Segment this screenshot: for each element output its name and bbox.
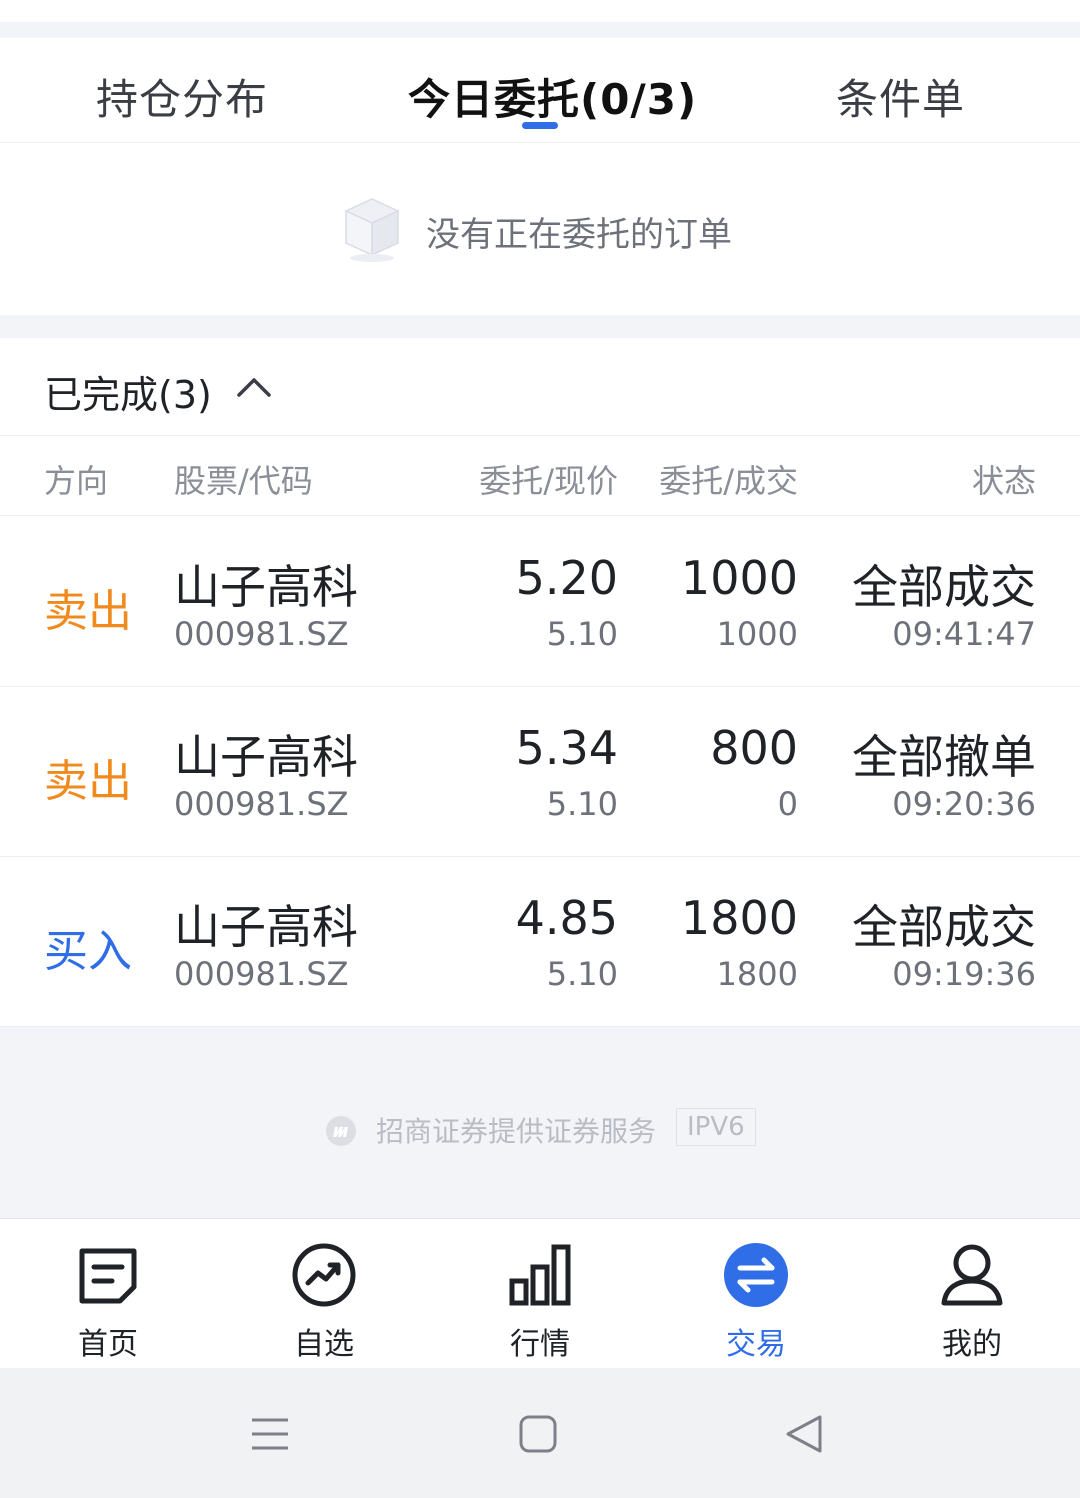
stock-name: 山子高科 (174, 730, 358, 784)
back-triangle-icon[interactable] (782, 1412, 826, 1456)
empty-message: 没有正在委托的订单 (426, 215, 732, 255)
order-price: 5.34 (515, 721, 618, 775)
exchange-icon (724, 1243, 788, 1307)
system-nav-bar (0, 1368, 1080, 1498)
broker-text: 招商证券提供证券服务 (376, 1115, 657, 1148)
order-price: 5.20 (515, 551, 618, 605)
menu-icon[interactable] (248, 1412, 292, 1456)
broker-footer: 招商证券提供证券服务 IPV6 (0, 1108, 1080, 1152)
tabbar-label: 我的 (942, 1327, 1002, 1362)
order-status: 全部撤单 (852, 730, 1036, 784)
current-price: 5.10 (546, 955, 618, 993)
col-stock: 股票/代码 (174, 462, 313, 500)
completed-header[interactable]: 已完成(3) (0, 338, 1080, 436)
col-status: 状态 (971, 462, 1036, 500)
direction-label: 卖出 (44, 586, 132, 637)
completed-orders-section: 已完成(3) 方向 股票/代码 委托/现价 委托/成交 状态 卖出 山子高科 0… (0, 338, 1080, 1027)
order-price: 4.85 (515, 891, 618, 945)
order-qty: 1800 (680, 891, 798, 945)
order-status: 全部成交 (852, 900, 1036, 954)
order-qty: 1000 (680, 551, 798, 605)
tabbar-item-market[interactable]: 行情 (432, 1219, 648, 1369)
tabbar-item-home[interactable]: 首页 (0, 1219, 216, 1369)
table-row[interactable]: 卖出 山子高科 000981.SZ 5.20 5.10 1000 1000 全部… (0, 517, 1080, 687)
stock-code: 000981.SZ (174, 955, 349, 993)
stock-code: 000981.SZ (174, 785, 349, 823)
empty-box-icon (344, 198, 400, 262)
filled-qty: 1000 (716, 615, 798, 653)
direction-label: 卖出 (44, 756, 132, 807)
stock-code: 000981.SZ (174, 615, 349, 653)
active-tab-indicator (522, 122, 558, 129)
tabbar-label: 交易 (726, 1327, 786, 1362)
order-qty: 800 (710, 721, 798, 775)
col-qty: 委托/成交 (659, 462, 798, 500)
user-icon (941, 1244, 1003, 1306)
table-row[interactable]: 卖出 山子高科 000981.SZ 5.34 5.10 800 0 全部撤单 0… (0, 687, 1080, 857)
tabbar-item-watchlist[interactable]: 自选 (216, 1219, 432, 1369)
tabbar-label: 首页 (78, 1327, 138, 1362)
current-price: 5.10 (546, 785, 618, 823)
tabbar-item-profile[interactable]: 我的 (864, 1219, 1080, 1369)
chevron-up-icon[interactable] (236, 374, 272, 398)
stock-name: 山子高科 (174, 560, 358, 614)
completed-title: 已完成(3) (44, 373, 212, 417)
tab-conditional-orders[interactable]: 条件单 (836, 66, 965, 127)
order-time: 09:41:47 (892, 615, 1036, 653)
col-direction: 方向 (44, 462, 109, 500)
table-row[interactable]: 买入 山子高科 000981.SZ 4.85 5.10 1800 1800 全部… (0, 857, 1080, 1027)
empty-orders-panel: 没有正在委托的订单 (0, 143, 1080, 315)
bottom-tab-bar: 首页 自选 行情 交易 我的 (0, 1218, 1080, 1368)
stock-name: 山子高科 (174, 900, 358, 954)
home-doc-icon (79, 1248, 137, 1304)
home-square-icon[interactable] (516, 1412, 560, 1456)
ipv6-badge: IPV6 (676, 1108, 756, 1146)
table-header: 方向 股票/代码 委托/现价 委托/成交 状态 (0, 436, 1080, 516)
trend-icon (292, 1243, 356, 1307)
order-tabs: 持仓分布 今日委托(0/3) 条件单 (0, 38, 1080, 143)
order-time: 09:20:36 (892, 785, 1036, 823)
order-time: 09:19:36 (892, 955, 1036, 993)
tab-positions[interactable]: 持仓分布 (96, 66, 268, 127)
tab-today-orders[interactable]: 今日委托(0/3) (408, 66, 697, 127)
tabbar-label: 行情 (510, 1327, 570, 1362)
broker-logo-icon (326, 1116, 356, 1146)
filled-qty: 1800 (716, 955, 798, 993)
order-status: 全部成交 (852, 560, 1036, 614)
tabbar-item-trade[interactable]: 交易 (648, 1219, 864, 1369)
direction-label: 买入 (44, 926, 132, 977)
tabbar-label: 自选 (294, 1327, 354, 1362)
col-price: 委托/现价 (479, 462, 618, 500)
bar-chart-icon (509, 1244, 571, 1306)
filled-qty: 0 (777, 785, 798, 823)
current-price: 5.10 (546, 615, 618, 653)
top-strip (0, 0, 1080, 22)
